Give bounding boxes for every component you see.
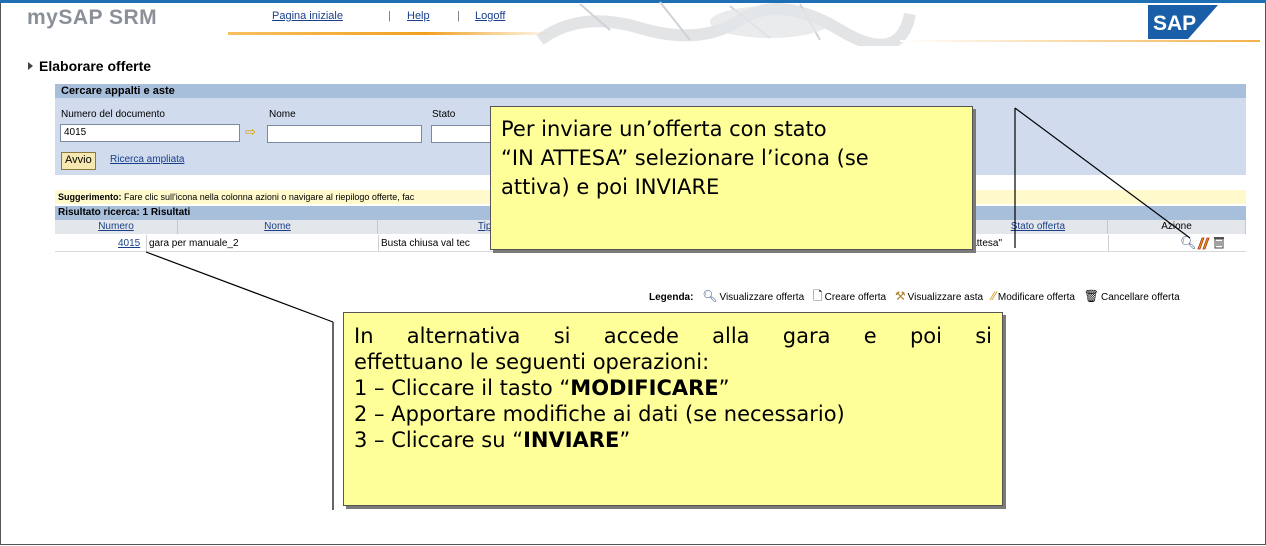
col-header-numero[interactable]: Numero [55, 220, 178, 234]
legend-item-view: 🔍︎ Visualizzare offerta [702, 289, 805, 303]
callout-step-1: 1 – Cliccare il tasto “MODIFICARE” [354, 376, 730, 400]
row-numero-link[interactable]: 4015 [118, 237, 140, 251]
nav-separator: | [457, 10, 460, 22]
view-offer-icon[interactable]: 🔍︎ [1180, 236, 1197, 250]
nav-home-link[interactable]: Pagina iniziale [272, 10, 343, 22]
legend-item-auction: ⚒ Visualizzare asta [894, 289, 984, 303]
legend: Legenda: 🔍︎ Visualizzare offerta 🗋 Creare … [649, 287, 1180, 308]
search-section-title: Cercare appalti e aste [55, 84, 1246, 98]
legend-title: Legenda: [649, 292, 694, 303]
view-offer-icon: 🔍︎ [702, 289, 718, 303]
extended-search-link[interactable]: Ricerca ampliata [110, 154, 184, 165]
nav-logoff-link[interactable]: Logoff [475, 10, 505, 22]
cell-divider [146, 235, 147, 251]
header-map-art [536, 1, 916, 46]
status-label: Stato [432, 109, 456, 120]
legend-item-delete: 🗑︎ Cancellare offerta [1083, 289, 1180, 303]
header: mySAP SRM Pagina iniziale | Help | Logof… [0, 0, 1266, 50]
hint-prefix: Suggerimento: [58, 192, 122, 202]
callout-alternative-steps: In alternativa si accede alla gara e poi… [343, 312, 1003, 506]
col-header-azione: Azione [1108, 220, 1246, 234]
expand-arrow-icon[interactable] [28, 62, 33, 70]
nav-help-link[interactable]: Help [407, 10, 430, 22]
callout-step-2: 2 – Apportare modifiche ai dati (se nece… [354, 402, 845, 426]
delete-offer-icon: 🗑︎ [1083, 289, 1099, 303]
start-search-button[interactable]: Avvio [61, 152, 96, 170]
status-select[interactable] [431, 125, 491, 143]
legend-item-edit: ⁄⁄ Modificare offerta [991, 289, 1075, 303]
callout-line: Per inviare un’offerta con stato [501, 117, 827, 141]
create-offer-icon: 🗋 [812, 289, 823, 303]
doc-number-input[interactable]: 4015 [60, 124, 240, 142]
cell-divider [1108, 235, 1109, 251]
sap-logo: SAP [1148, 5, 1218, 39]
doc-number-label: Numero del documento [61, 109, 165, 120]
callout-line: effettuano le seguenti operazioni: [354, 350, 710, 374]
row-nome: gara per manuale_2 [149, 238, 239, 249]
name-input[interactable] [267, 125, 422, 143]
legend-item-create: 🗋 Creare offerta [812, 289, 887, 303]
header-accent-line [228, 32, 558, 35]
row-tipo: Busta chiusa val tec [381, 238, 470, 249]
callout-line: In alternativa si accede alla gara e poi… [354, 324, 992, 348]
page-title: Elaborare offerte [39, 58, 152, 74]
header-rule [900, 40, 1260, 42]
delete-offer-icon[interactable] [1213, 236, 1225, 252]
edit-offer-icon[interactable] [1196, 236, 1210, 253]
col-header-nome[interactable]: Nome [178, 220, 378, 234]
arrow-right-icon[interactable]: ⇨ [245, 124, 256, 140]
edit-offer-icon: ⁄⁄ [991, 289, 996, 303]
name-label: Nome [269, 109, 296, 120]
callout-line: attiva) e poi INVIARE [501, 175, 720, 199]
callout-send-offer: Per inviare un’offerta con stato “IN ATT… [490, 106, 973, 250]
svg-text:SAP: SAP [1153, 12, 1196, 35]
callout-step-3: 3 – Cliccare su “INVIARE” [354, 428, 631, 452]
nav-separator: | [388, 10, 391, 22]
callout-line: “IN ATTESA” selezionare l’icona (se [501, 146, 869, 170]
cell-divider [378, 235, 379, 251]
hint-text: Fare clic sull'icona nella colonna azion… [124, 192, 415, 202]
view-auction-icon: ⚒ [894, 289, 906, 303]
app-logo: mySAP SRM [27, 6, 158, 29]
